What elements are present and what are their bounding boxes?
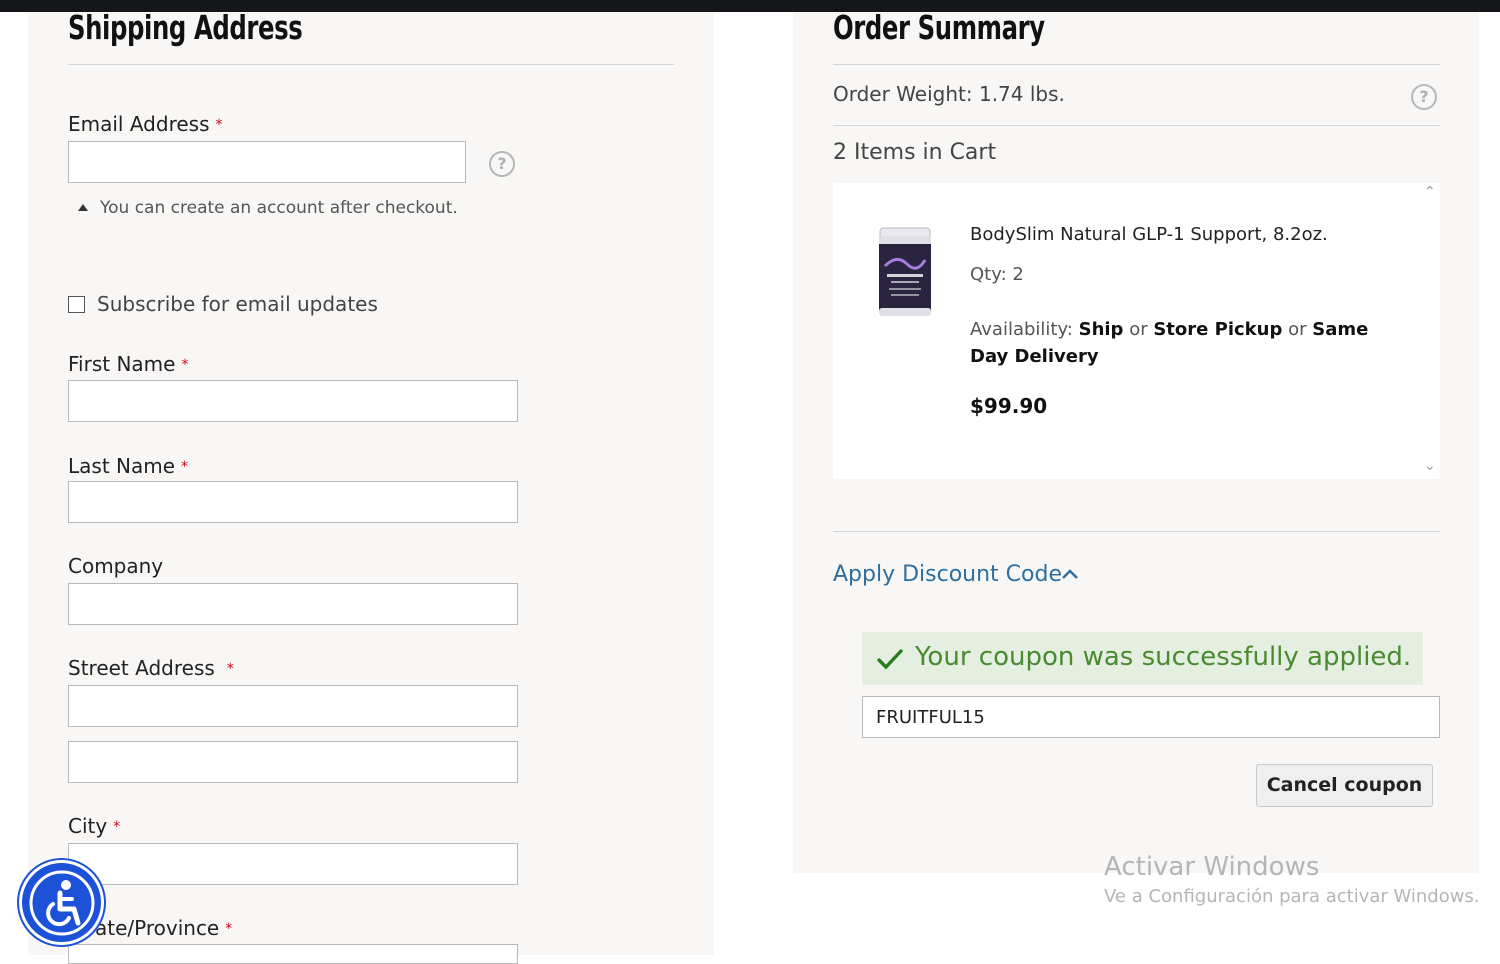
items-in-cart[interactable]: 2 Items in Cart [833, 140, 996, 165]
state-field[interactable] [68, 944, 518, 964]
success-text: Your coupon was successfully applied. [915, 642, 1412, 672]
checkmark-icon [877, 649, 903, 670]
street-line2-field[interactable] [68, 741, 518, 783]
first-name-label: First Name * [68, 352, 189, 376]
subscribe-label[interactable]: Subscribe for email updates [97, 292, 378, 316]
email-field[interactable] [68, 141, 466, 183]
summary-divider-top [833, 64, 1440, 65]
product-availability: Availability: Ship or Store Pickup or Sa… [970, 319, 1369, 367]
scroll-down-icon[interactable]: ⌄ [1424, 458, 1436, 474]
weight-help-icon[interactable]: ? [1411, 84, 1437, 110]
scroll-up-icon[interactable]: ⌃ [1424, 184, 1436, 200]
street-line1-field[interactable] [68, 685, 518, 727]
subscribe-checkbox[interactable] [68, 296, 85, 313]
shipping-title: Shipping Address [68, 8, 303, 47]
windows-activation-title: Activar Windows [1104, 852, 1320, 882]
coupon-code-input[interactable]: FRUITFUL15 [862, 696, 1440, 738]
triangle-up-icon [78, 204, 88, 211]
company-field[interactable] [68, 583, 518, 625]
product-name[interactable]: BodySlim Natural GLP-1 Support, 8.2oz. [970, 224, 1328, 245]
accessibility-button[interactable] [19, 860, 104, 945]
street-label: Street Address * [68, 656, 234, 680]
apply-discount-toggle[interactable]: Apply Discount Code [833, 562, 1062, 587]
chevron-up-icon[interactable] [1060, 566, 1080, 582]
summary-title: Order Summary [833, 8, 1045, 47]
state-label: ate/Province * [95, 916, 233, 940]
city-field[interactable] [68, 843, 518, 885]
email-help-icon[interactable]: ? [489, 151, 515, 177]
summary-divider-discount [833, 531, 1440, 532]
shipping-divider [68, 64, 674, 65]
city-label: City * [68, 814, 121, 838]
order-weight: Order Weight: 1.74 lbs. [833, 82, 1065, 106]
last-name-label: Last Name * [68, 454, 189, 478]
accessibility-icon [29, 870, 95, 936]
windows-activation-subtitle: Ve a Configuración para activar Windows. [1104, 886, 1480, 907]
email-label: Email Address * [68, 112, 223, 136]
product-jar-icon [879, 227, 931, 316]
cancel-coupon-button[interactable]: Cancel coupon [1256, 764, 1433, 807]
first-name-field[interactable] [68, 380, 518, 422]
product-qty: Qty: 2 [970, 264, 1024, 285]
email-note: You can create an account after checkout… [78, 198, 458, 218]
summary-divider-weight [833, 125, 1440, 126]
company-label: Company [68, 554, 164, 578]
last-name-field[interactable] [68, 481, 518, 523]
product-price: $99.90 [970, 394, 1048, 418]
